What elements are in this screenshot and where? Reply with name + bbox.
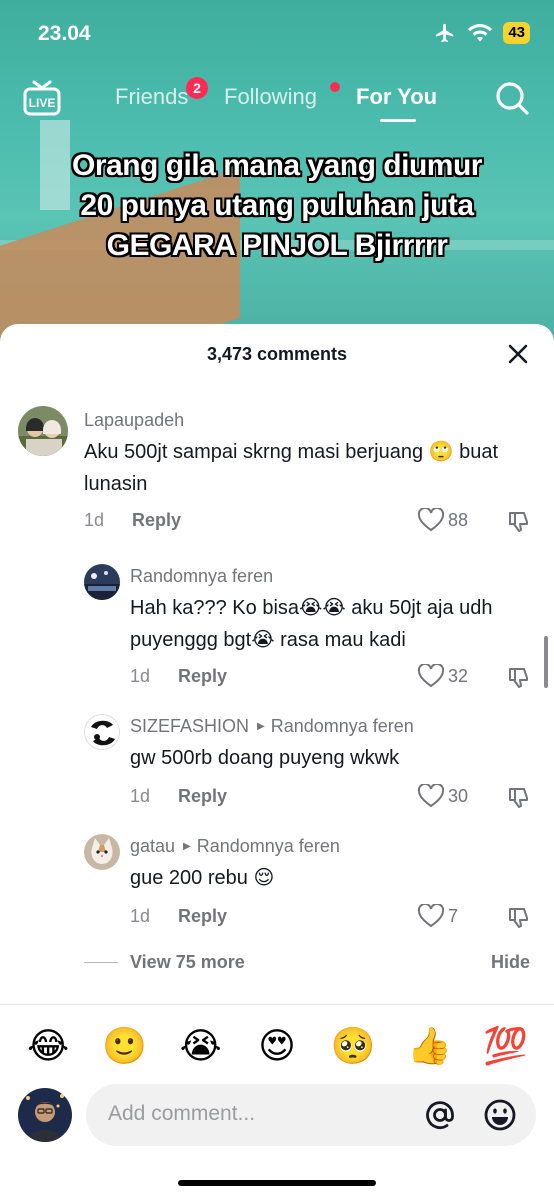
view-more-replies-button[interactable]: View 75 more xyxy=(84,952,245,973)
avatar[interactable] xyxy=(84,564,120,600)
comments-count-title: 3,473 comments xyxy=(206,344,348,364)
quick-emoji-bar: 😂 🙂 😭 😍 🥺 👍 💯 xyxy=(0,1024,554,1068)
emoji-thumbs-up[interactable]: 👍 xyxy=(405,1024,455,1068)
like-count: 30 xyxy=(448,785,469,806)
comment-username[interactable]: SIZEFASHION ▶ Randomnya feren xyxy=(130,716,414,737)
hide-replies-button[interactable]: Hide xyxy=(491,952,530,973)
dislike-icon[interactable] xyxy=(507,906,531,930)
tab-friends[interactable]: Friends xyxy=(115,84,188,110)
reply-button[interactable]: Reply xyxy=(178,906,227,927)
view-more-line xyxy=(84,962,118,963)
username-text: SIZEFASHION xyxy=(130,716,250,736)
comment-time: 1d xyxy=(130,906,151,926)
following-notification-dot xyxy=(330,82,340,92)
heart-icon xyxy=(418,784,444,808)
friends-notification-badge: 2 xyxy=(186,77,208,99)
reply-button[interactable]: Reply xyxy=(178,666,227,687)
view-more-label: View 75 more xyxy=(130,952,245,972)
reply-to-username[interactable]: Randomnya feren xyxy=(197,836,340,857)
comment-time: 1d xyxy=(84,510,105,530)
emoji-laughing[interactable]: 😂 xyxy=(23,1024,73,1068)
wifi-icon xyxy=(468,24,493,42)
emoji-smile[interactable]: 🙂 xyxy=(99,1024,149,1068)
svg-text:LIVE: LIVE xyxy=(29,96,56,110)
like-button[interactable]: 7 xyxy=(418,904,458,928)
like-button[interactable]: 30 xyxy=(418,784,468,808)
comment-text: gw 500rb doang puyeng wkwk xyxy=(130,747,400,769)
emoji-hundred[interactable]: 💯 xyxy=(481,1024,531,1068)
like-count: 32 xyxy=(448,665,469,686)
comment-time: 1d xyxy=(130,786,151,806)
comment-item: Randomnya feren Hah ka??? Ko bisa😭😭 aku … xyxy=(0,564,554,688)
emoji-heart-eyes[interactable]: 😍 xyxy=(252,1024,302,1068)
heart-icon xyxy=(418,664,444,688)
status-icons: 43 xyxy=(433,22,530,44)
tab-following[interactable]: Following xyxy=(224,84,317,110)
like-button[interactable]: 32 xyxy=(418,664,468,688)
comment-time: 1d xyxy=(130,666,151,686)
reply-button[interactable]: Reply xyxy=(178,786,227,807)
home-indicator xyxy=(178,1180,376,1186)
comment-text: gue 200 rebu 😌 xyxy=(130,867,275,889)
dislike-icon[interactable] xyxy=(507,786,531,810)
live-icon[interactable]: LIVE xyxy=(22,80,62,116)
comment-item: gatau ▶ Randomnya feren gue 200 rebu 😌 1… xyxy=(0,834,554,930)
like-count: 7 xyxy=(448,905,459,926)
comment-meta: 1d Reply xyxy=(84,510,181,531)
emoji-picker-icon[interactable] xyxy=(482,1097,518,1133)
comment-username[interactable]: Randomnya feren xyxy=(130,566,273,587)
emoji-pleading[interactable]: 🥺 xyxy=(328,1024,378,1068)
reply-to-username[interactable]: Randomnya feren xyxy=(271,716,414,737)
comment-item: Lapaupadeh Aku 500jt sampai skrng masi b… xyxy=(0,406,554,536)
dislike-icon[interactable] xyxy=(507,666,531,690)
reply-arrow-icon: ▶ xyxy=(257,721,265,732)
heart-icon xyxy=(418,904,444,928)
comment-meta: 1d Reply xyxy=(130,786,227,807)
comment-text: Hah ka??? Ko bisa😭😭 aku 50jt aja udh puy… xyxy=(130,597,493,651)
avatar[interactable] xyxy=(18,406,68,456)
divider xyxy=(0,1004,554,1005)
reply-arrow-icon: ▶ xyxy=(183,841,191,852)
comment-meta: 1d Reply xyxy=(130,666,227,687)
top-nav: LIVE Friends 2 Following For You xyxy=(0,76,554,124)
battery-indicator: 43 xyxy=(503,22,530,44)
tab-for-you[interactable]: For You xyxy=(356,84,437,110)
comment-meta: 1d Reply xyxy=(130,906,227,927)
like-count: 88 xyxy=(448,509,469,530)
comment-input-placeholder: Add comment... xyxy=(108,1102,256,1125)
username-text: Lapaupadeh xyxy=(84,410,185,430)
search-icon[interactable] xyxy=(494,80,530,116)
avatar[interactable] xyxy=(84,714,120,750)
emoji-crying[interactable]: 😭 xyxy=(176,1024,226,1068)
video-caption: Orang gila mana yang diumur 20 punya uta… xyxy=(72,149,482,262)
avatar[interactable] xyxy=(84,834,120,870)
heart-icon xyxy=(418,508,444,532)
like-button[interactable]: 88 xyxy=(418,508,468,532)
close-icon[interactable] xyxy=(506,342,530,366)
comment-item: SIZEFASHION ▶ Randomnya feren gw 500rb d… xyxy=(0,714,554,810)
mention-at-icon[interactable] xyxy=(422,1097,458,1133)
comments-sheet: 3,473 comments Lapaupadeh Aku 500jt samp… xyxy=(0,324,554,1200)
comment-text: Aku 500jt sampai skrng masi berjuang 🙄 b… xyxy=(84,441,499,495)
current-user-avatar[interactable] xyxy=(18,1088,72,1142)
username-text: gatau xyxy=(130,836,176,856)
active-tab-underline xyxy=(380,119,416,122)
status-time: 23.04 xyxy=(38,22,91,45)
dislike-icon[interactable] xyxy=(507,510,531,534)
comment-input[interactable]: Add comment... xyxy=(86,1084,536,1146)
reply-button[interactable]: Reply xyxy=(132,510,181,531)
airplane-icon xyxy=(436,23,454,43)
username-text: Randomnya feren xyxy=(130,566,274,586)
comment-username[interactable]: gatau ▶ Randomnya feren xyxy=(130,836,340,857)
comment-username[interactable]: Lapaupadeh xyxy=(84,410,184,431)
status-bar: 23.04 43 xyxy=(0,0,554,68)
